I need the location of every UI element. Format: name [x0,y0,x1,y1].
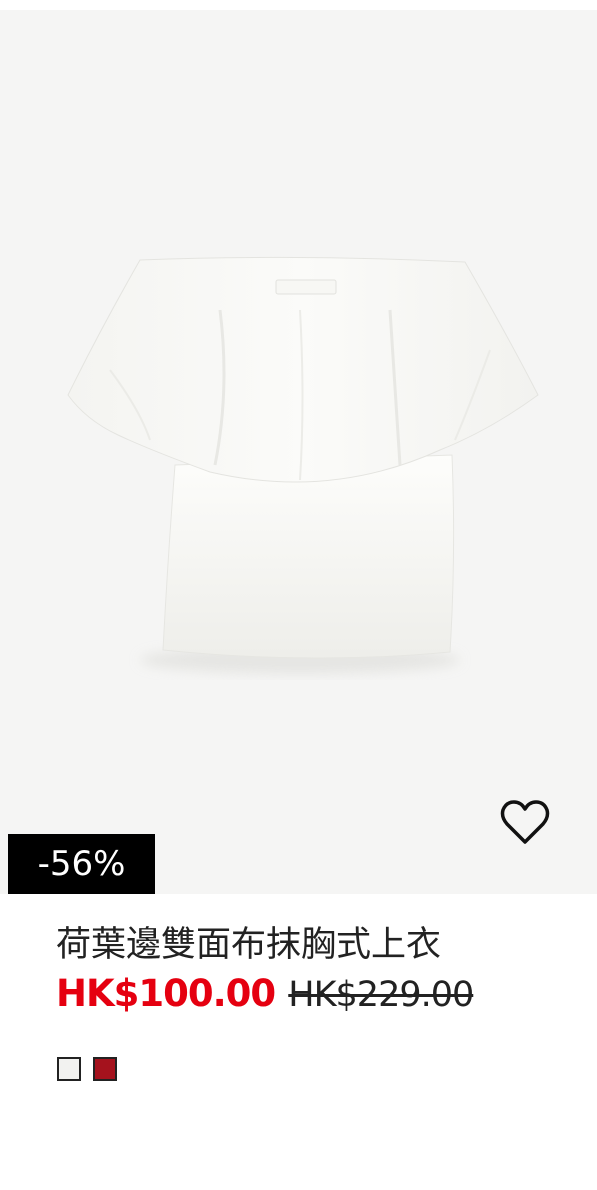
price-row: HK$100.00 HK$229.00 [56,972,474,1022]
favorite-button[interactable] [499,799,551,847]
product-title[interactable]: 荷葉邊雙面布抹胸式上衣 [56,922,441,968]
discount-badge: -56% [8,834,155,894]
heart-outline-icon [500,800,550,844]
sale-price: HK$100.00 [56,972,276,1015]
original-price: HK$229.00 [288,975,474,1015]
color-swatches [57,1057,117,1081]
product-card: -56% 荷葉邊雙面布抹胸式上衣 HK$100.00 HK$229.00 [0,0,597,1190]
product-image-area[interactable]: -56% [0,10,597,894]
product-image[interactable] [0,10,597,894]
color-swatch-red[interactable] [93,1057,117,1081]
color-swatch-white[interactable] [57,1057,81,1081]
